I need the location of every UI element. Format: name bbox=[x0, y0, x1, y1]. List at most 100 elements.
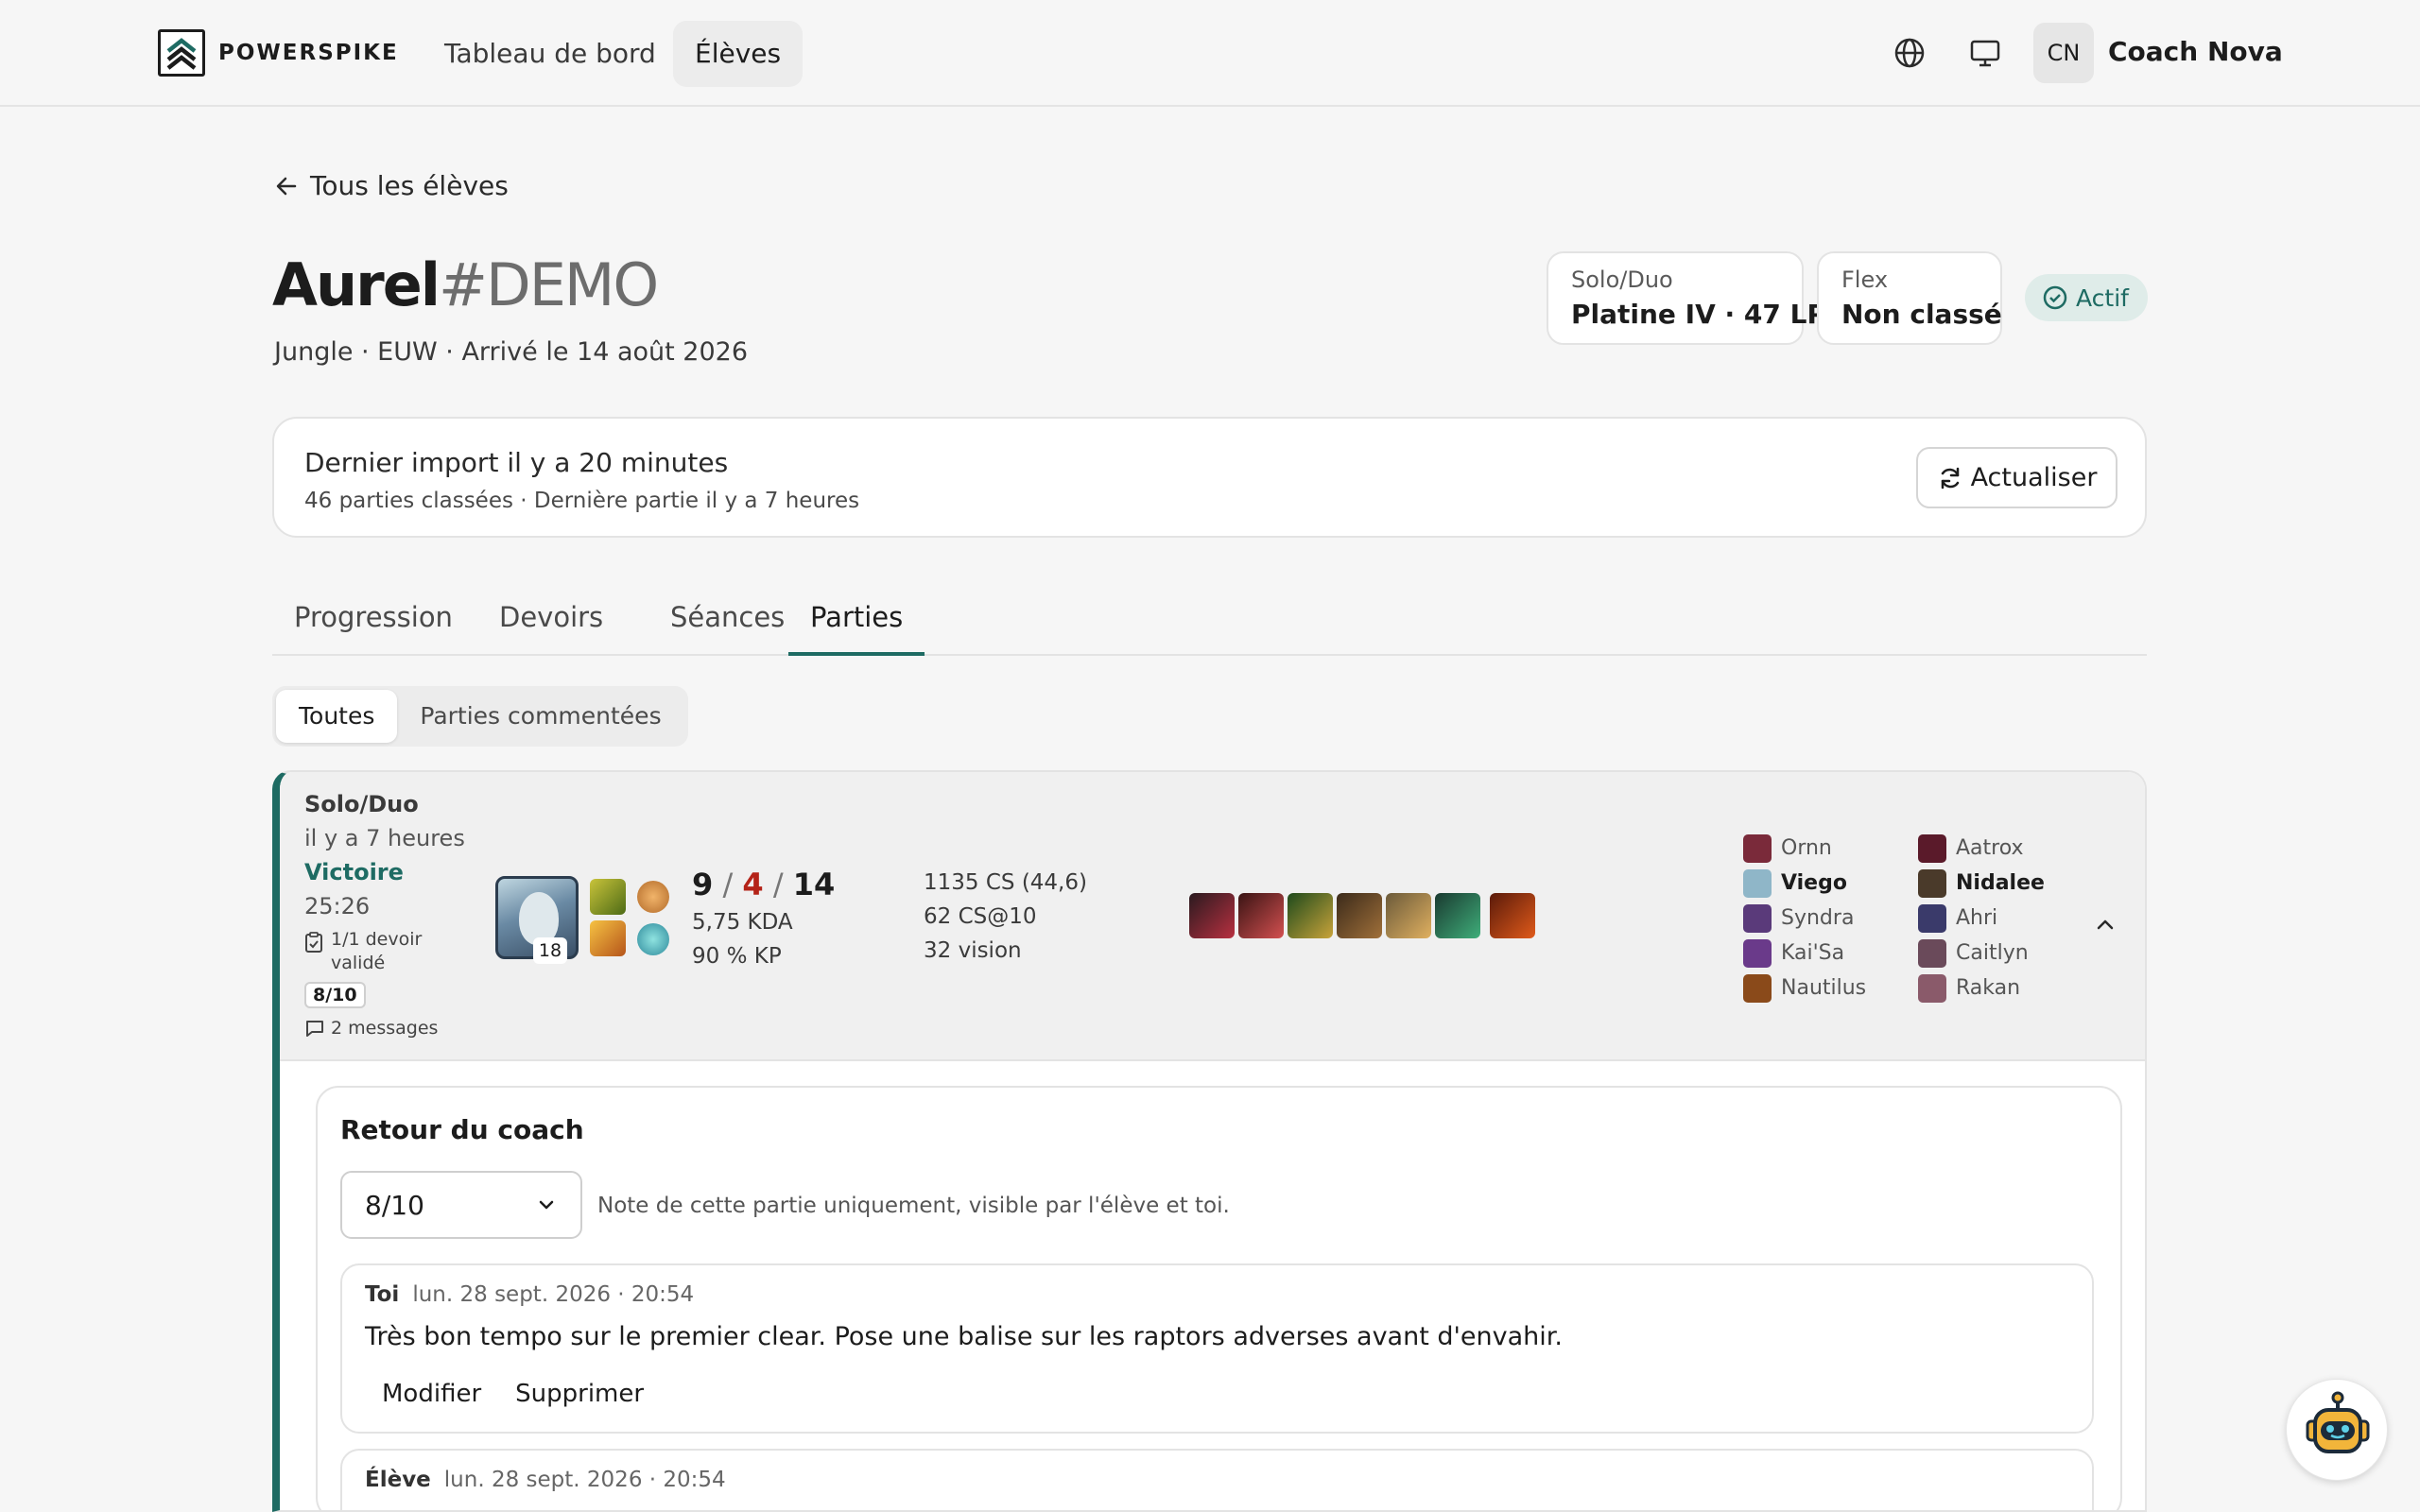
kills: 9 bbox=[692, 867, 714, 902]
player-tag: #DEMO bbox=[439, 250, 659, 319]
champion-icon bbox=[1918, 833, 1946, 863]
comment-text: Très bon tempo sur le premier clear. Pos… bbox=[365, 1322, 1563, 1351]
champion-icon bbox=[1743, 868, 1772, 898]
player-meta: Jungle · EUW · Arrivé le 14 août 2026 bbox=[274, 337, 749, 367]
import-title: Dernier import il y a 20 minutes bbox=[304, 447, 729, 478]
item-icon bbox=[1288, 893, 1333, 938]
match-card: Solo/Duo il y a 7 heures Victoire 25:26 … bbox=[272, 770, 2147, 1512]
player-row-name: Aatrox bbox=[1956, 836, 2024, 860]
rank-card-flex: Flex Non classé bbox=[1817, 251, 2002, 345]
champion-icon bbox=[1743, 903, 1772, 933]
match-duration: 25:26 bbox=[304, 893, 371, 919]
match-time-ago: il y a 7 heures bbox=[304, 825, 465, 851]
back-link-label: Tous les élèves bbox=[310, 170, 509, 201]
refresh-button[interactable]: Actualiser bbox=[1916, 447, 2118, 508]
homework-label-line: 1/1 devoir bbox=[331, 929, 423, 950]
item-icon bbox=[1337, 893, 1382, 938]
back-link[interactable]: Tous les élèves bbox=[274, 170, 509, 201]
comment-item: Toi lun. 28 sept. 2026 · 20:54 Très bon … bbox=[340, 1263, 2094, 1434]
status-label: Actif bbox=[2076, 284, 2129, 312]
rank-value: Platine IV · 47 LP bbox=[1571, 299, 1826, 330]
rank-card-solo: Solo/Duo Platine IV · 47 LP bbox=[1547, 251, 1826, 345]
primary-rune-icon bbox=[637, 881, 669, 913]
player-row[interactable]: Caitlyn bbox=[1918, 936, 2045, 971]
brand-logo[interactable]: POWERSPIKE bbox=[158, 29, 399, 77]
check-circle-icon bbox=[2043, 285, 2067, 310]
homework-label-line: validé bbox=[331, 953, 386, 973]
player-row[interactable]: Ornn bbox=[1743, 831, 1866, 866]
chevron-down-icon bbox=[539, 1200, 554, 1210]
grade-note: Note de cette partie uniquement, visible… bbox=[597, 1194, 1230, 1218]
player-name: Aurel#DEMO bbox=[272, 250, 659, 319]
player-row[interactable]: Nidalee bbox=[1918, 866, 2045, 901]
champion-icon bbox=[1743, 973, 1772, 1003]
item-icon bbox=[1238, 893, 1284, 938]
monitor-icon[interactable] bbox=[1964, 32, 2006, 74]
red-team-list: Aatrox Nidalee Ahri Caitlyn Rakan bbox=[1918, 831, 2045, 1005]
champion-icon bbox=[1743, 938, 1772, 968]
avatar[interactable]: CN bbox=[2033, 23, 2094, 83]
homework-label: 1/1 devoir validé bbox=[331, 928, 422, 975]
player-row[interactable]: Rakan bbox=[1918, 971, 2045, 1005]
filter-commented[interactable]: Parties commentées bbox=[397, 690, 683, 743]
champion-icon bbox=[1918, 973, 1946, 1003]
player-row[interactable]: Ahri bbox=[1918, 901, 2045, 936]
nav-students[interactable]: Élèves bbox=[673, 21, 804, 87]
comment-author: Élève bbox=[365, 1468, 431, 1492]
refresh-label: Actualiser bbox=[1970, 463, 2098, 492]
tab-sessions[interactable]: Séances bbox=[648, 601, 806, 656]
rank-queue-label: Flex bbox=[1841, 266, 1889, 293]
rank-queue-label: Solo/Duo bbox=[1571, 266, 1673, 293]
player-row-name: Syndra bbox=[1781, 906, 1855, 930]
player-row[interactable]: Nautilus bbox=[1743, 971, 1866, 1005]
assistant-bot-button[interactable] bbox=[2286, 1379, 2388, 1481]
champion-icon bbox=[1918, 903, 1946, 933]
user-name[interactable]: Coach Nova bbox=[2108, 36, 2283, 67]
player-row[interactable]: Syndra bbox=[1743, 901, 1866, 936]
tab-games[interactable]: Parties bbox=[788, 601, 925, 656]
message-icon bbox=[306, 1021, 323, 1037]
coach-feedback-card: Retour du coach 8/10 Note de cette parti… bbox=[316, 1086, 2122, 1510]
tab-progression[interactable]: Progression bbox=[272, 601, 475, 656]
grade-select[interactable]: 8/10 bbox=[340, 1171, 582, 1239]
nav-dashboard[interactable]: Tableau de bord bbox=[423, 21, 678, 87]
champion-icon bbox=[1743, 833, 1772, 863]
player-game-name: Aurel bbox=[272, 250, 441, 319]
import-subtitle: 46 parties classées · Dernière partie il… bbox=[304, 489, 860, 513]
robot-icon bbox=[2306, 1391, 2370, 1453]
trinket-icon bbox=[1490, 893, 1535, 938]
logo-icon bbox=[158, 29, 205, 77]
match-summary-row[interactable]: Solo/Duo il y a 7 heures Victoire 25:26 … bbox=[280, 772, 2145, 1061]
homework-status: 1/1 devoir validé bbox=[304, 928, 422, 975]
filter-all[interactable]: Toutes bbox=[276, 690, 398, 743]
champion-level: 18 bbox=[533, 937, 567, 964]
player-row[interactable]: Aatrox bbox=[1918, 831, 2045, 866]
tab-homework[interactable]: Devoirs bbox=[477, 601, 625, 656]
player-row-name: Viego bbox=[1781, 871, 1847, 895]
comment-author: Toi bbox=[365, 1282, 400, 1307]
delete-comment-button[interactable]: Supprimer bbox=[498, 1373, 661, 1415]
globe-icon[interactable] bbox=[1889, 32, 1930, 74]
player-row-name: Rakan bbox=[1956, 976, 2021, 1000]
player-row-name: Caitlyn bbox=[1956, 941, 2029, 965]
match-queue: Solo/Duo bbox=[304, 791, 419, 817]
player-row-name: Ahri bbox=[1956, 906, 1998, 930]
match-result: Victoire bbox=[304, 859, 404, 885]
rank-value: Non classé bbox=[1841, 299, 2002, 330]
item-icon bbox=[1435, 893, 1480, 938]
arrow-left-icon bbox=[276, 177, 297, 195]
comment-item: Élève lun. 28 sept. 2026 · 20:54 bbox=[340, 1449, 2094, 1510]
comment-header: Élève lun. 28 sept. 2026 · 20:54 bbox=[365, 1468, 726, 1492]
chevron-up-icon[interactable] bbox=[2092, 912, 2118, 942]
edit-comment-button[interactable]: Modifier bbox=[365, 1373, 498, 1415]
player-row[interactable]: Kai'Sa bbox=[1743, 936, 1866, 971]
blue-team-list: Ornn Viego Syndra Kai'Sa Nautilus bbox=[1743, 831, 1866, 1005]
player-row[interactable]: Viego bbox=[1743, 866, 1866, 901]
comment-date: lun. 28 sept. 2026 · 20:54 bbox=[412, 1282, 695, 1307]
kda-score: 9 / 4 / 14 bbox=[692, 867, 836, 902]
status-badge: Actif bbox=[2025, 274, 2148, 321]
game-filter: Toutes Parties commentées bbox=[272, 686, 688, 747]
grade-select-value: 8/10 bbox=[365, 1189, 424, 1221]
brand-name: POWERSPIKE bbox=[218, 41, 399, 65]
kill-participation: 90 % KP bbox=[692, 944, 782, 969]
